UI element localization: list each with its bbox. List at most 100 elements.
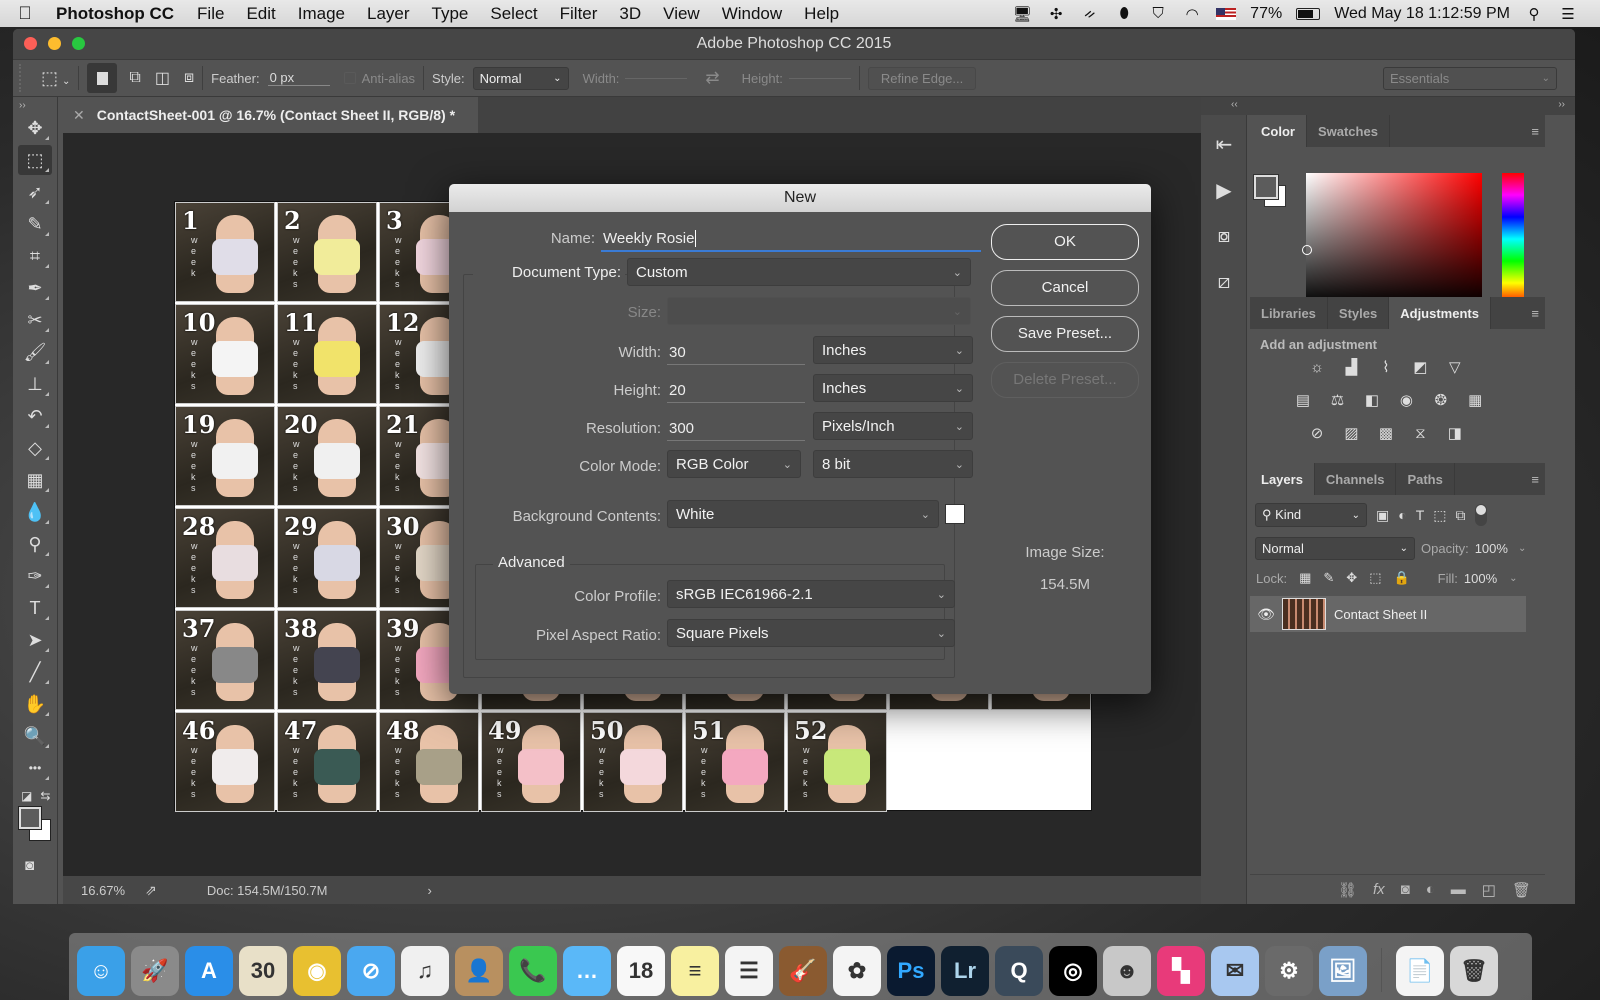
3d-properties-panel-icon[interactable]: ⧇	[1201, 213, 1247, 259]
levels-icon[interactable]: ▟	[1340, 358, 1362, 376]
notification-center-icon[interactable]: ☰	[1558, 5, 1578, 23]
balloon-icon[interactable]: ⬮	[1114, 5, 1134, 23]
menu-type[interactable]: Type	[421, 4, 480, 24]
menu-help[interactable]: Help	[793, 4, 850, 24]
path-selection-tool-button[interactable]: ➤	[18, 625, 52, 655]
hue-saturation-icon[interactable]: ▤	[1292, 391, 1314, 409]
tab-channels[interactable]: Channels	[1315, 463, 1397, 495]
curves-icon[interactable]: ⌇	[1375, 358, 1397, 376]
fill-input[interactable]: 100%	[1464, 571, 1497, 586]
workspace-switcher[interactable]: Essentials ⌄	[1383, 66, 1557, 90]
document-tab[interactable]: ✕ ContactSheet-001 @ 16.7% (Contact Shee…	[63, 97, 478, 133]
panel-menu-icon[interactable]: ≡	[1531, 297, 1545, 329]
move-tool-button[interactable]: ✥	[18, 113, 52, 143]
new-adjustment-layer-icon[interactable]: ◐	[1426, 881, 1435, 898]
tab-libraries[interactable]: Libraries	[1250, 297, 1328, 329]
dock-photos-icon[interactable]: ✿	[833, 946, 881, 996]
dock-preview-icon[interactable]: 🖼	[1319, 946, 1367, 996]
delete-layer-icon[interactable]: 🗑	[1512, 881, 1531, 899]
dock-system-preferences-icon[interactable]: ⚙	[1265, 946, 1313, 996]
menu-file[interactable]: File	[186, 4, 235, 24]
app-menu[interactable]: Photoshop CC	[50, 4, 186, 24]
width-input[interactable]	[625, 77, 688, 79]
clock[interactable]: Wed May 18 1:12:59 PM	[1334, 5, 1510, 23]
menu-select[interactable]: Select	[479, 4, 548, 24]
clone-stamp-tool-button[interactable]: ⊥	[18, 369, 52, 399]
color-profile-select[interactable]: sRGB IEC61966-2.1 ⌄	[667, 580, 955, 608]
transform-panel-icon[interactable]: ⧄	[1201, 259, 1247, 305]
swap-dimensions-icon[interactable]: ⇄	[705, 68, 719, 88]
pixel-aspect-ratio-select[interactable]: Square Pixels ⌄	[667, 619, 955, 647]
dock-dashboard-icon[interactable]: 30	[239, 946, 287, 996]
dock-contacts-icon[interactable]: 👤	[455, 946, 503, 996]
expand-panels-icon[interactable]: ››	[1558, 99, 1565, 110]
eyedropper-tool-button[interactable]: ✒	[18, 273, 52, 303]
layer-name[interactable]: Contact Sheet II	[1334, 607, 1427, 622]
delete-preset-button[interactable]: Delete Preset...	[991, 362, 1139, 398]
new-layer-icon[interactable]: ◰	[1482, 881, 1496, 899]
dodge-tool-button[interactable]: ⚲	[18, 529, 52, 559]
shield-s-icon[interactable]: ⛉	[1148, 5, 1168, 23]
filter-pixel-layers-icon[interactable]: ▣	[1376, 507, 1389, 524]
wifi-icon[interactable]: ◠	[1182, 5, 1202, 23]
dock-itunes-icon[interactable]: ♫	[401, 946, 449, 996]
edit-toolbar-button[interactable]: •••	[18, 753, 52, 783]
filter-kind-select[interactable]: ⚲ Kind ⌄	[1255, 503, 1367, 527]
dock-reminders-icon[interactable]: ☰	[725, 946, 773, 996]
blend-mode-select[interactable]: Normal ⌄	[1255, 537, 1415, 560]
zoom-tool-button[interactable]: 🔍	[18, 721, 52, 751]
resolution-unit-select[interactable]: Pixels/Inch ⌄	[813, 412, 973, 440]
dock-garageband-icon[interactable]: 🎸	[779, 946, 827, 996]
crop-tool-button[interactable]: ⌗	[18, 241, 52, 271]
quick-mask-icon[interactable]: ◙	[13, 849, 57, 874]
lasso-tool-button[interactable]: ➶	[18, 177, 52, 207]
refine-edge-button[interactable]: Refine Edge...	[867, 66, 977, 90]
tab-paths[interactable]: Paths	[1396, 463, 1455, 495]
opacity-input[interactable]: 100%	[1475, 541, 1508, 556]
lock-position-icon[interactable]: ✥	[1346, 570, 1357, 586]
layer-visibility-eye-icon[interactable]: 👁	[1250, 606, 1282, 623]
gradient-map-icon[interactable]: ◨	[1444, 424, 1466, 442]
menu-layer[interactable]: Layer	[356, 4, 421, 24]
saturation-brightness-field[interactable]	[1302, 173, 1482, 305]
subtract-from-selection-button[interactable]: ◫	[155, 68, 170, 88]
photo-filter-icon[interactable]: ◉	[1395, 391, 1417, 409]
color-lookup-icon[interactable]: ▦	[1464, 391, 1486, 409]
screen-share-icon[interactable]: 🖥	[1012, 5, 1032, 23]
tab-layers[interactable]: Layers	[1250, 463, 1315, 495]
apple-menu-icon[interactable]: 	[0, 3, 50, 24]
swap-colors-icon[interactable]: ⇆	[40, 789, 50, 803]
bit-depth-select[interactable]: 8 bit ⌄	[813, 450, 973, 478]
background-contents-select[interactable]: White ⌄	[667, 500, 939, 528]
quick-selection-tool-button[interactable]: ✎	[18, 209, 52, 239]
collapse-panels-icon[interactable]: ‹‹	[1231, 99, 1238, 110]
width-unit-select[interactable]: Inches ⌄	[813, 336, 973, 364]
options-grip[interactable]	[19, 64, 33, 92]
dock-calendar-icon[interactable]: 18	[617, 946, 665, 996]
spotlight-search-icon[interactable]: ⚲	[1524, 5, 1544, 23]
channel-mixer-icon[interactable]: ❂	[1430, 391, 1452, 409]
lock-image-pixels-icon[interactable]: ✎	[1323, 570, 1334, 586]
color-balance-icon[interactable]: ⚖	[1326, 391, 1348, 409]
name-input[interactable]: Weekly Rosie	[601, 230, 981, 252]
gradient-tool-button[interactable]: ▦	[18, 465, 52, 495]
selective-color-icon[interactable]: ⧖	[1409, 425, 1431, 443]
menu-edit[interactable]: Edit	[235, 4, 286, 24]
dock-lightroom-icon[interactable]: Lr	[941, 946, 989, 996]
tab-swatches[interactable]: Swatches	[1307, 115, 1390, 147]
tab-styles[interactable]: Styles	[1328, 297, 1390, 329]
dock-messages-icon[interactable]: …	[563, 946, 611, 996]
type-tool-button[interactable]: T	[18, 593, 52, 623]
brightness-contrast-icon[interactable]: ☼	[1306, 359, 1328, 377]
add-mask-icon[interactable]: ◙	[1401, 881, 1410, 898]
save-preset-button[interactable]: Save Preset...	[991, 316, 1139, 352]
layer-row[interactable]: 👁 Contact Sheet II	[1250, 596, 1526, 632]
document-type-select[interactable]: Custom ⌄	[627, 258, 971, 286]
height-unit-select[interactable]: Inches ⌄	[813, 374, 973, 402]
height-input[interactable]: 20	[667, 382, 805, 403]
posterize-icon[interactable]: ▨	[1340, 424, 1362, 442]
rectangular-marquee-tool-button[interactable]: ⬚	[18, 145, 52, 175]
link-layers-icon[interactable]: ⛓	[1338, 881, 1357, 899]
color-picker-ring[interactable]	[1302, 245, 1312, 255]
healing-brush-tool-button[interactable]: ✂	[18, 305, 52, 335]
